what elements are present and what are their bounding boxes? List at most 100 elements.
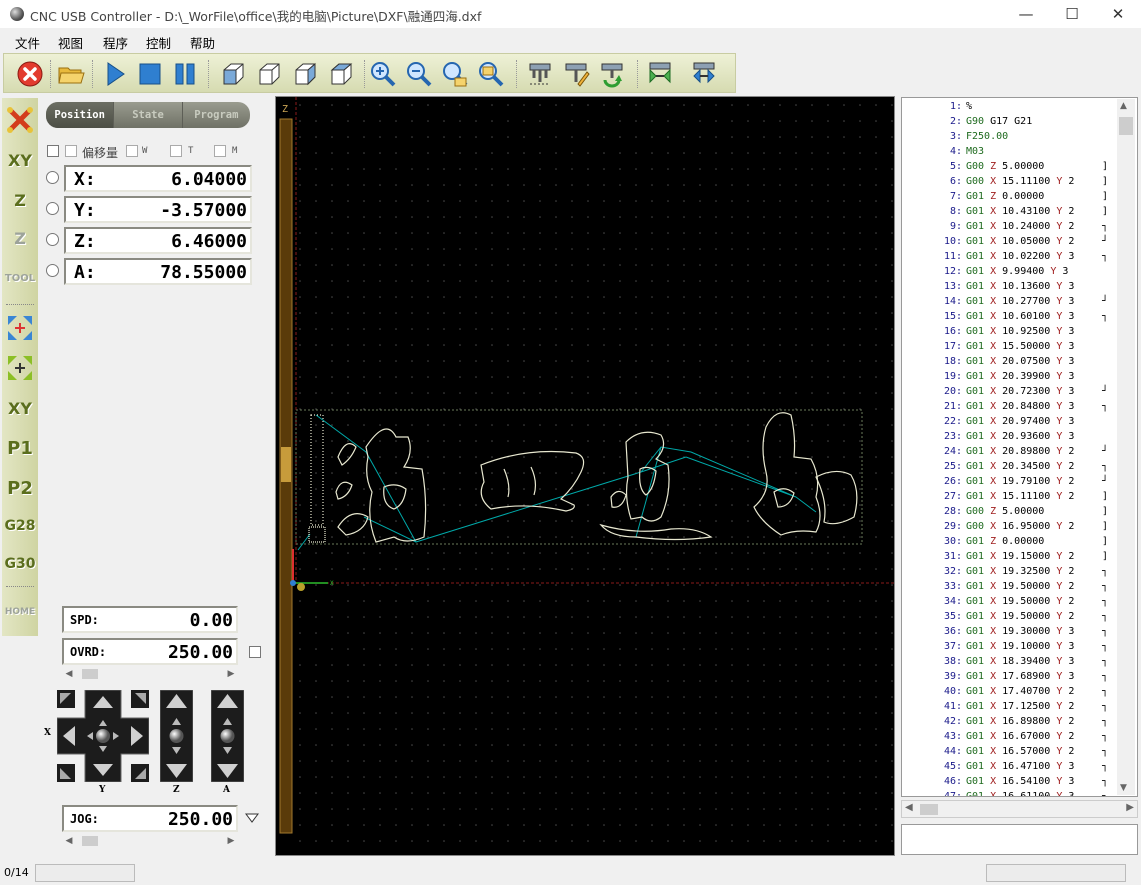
- scroll-right-icon[interactable]: ▶: [1126, 802, 1134, 813]
- gcode-vertical-scrollbar[interactable]: ▲ ▼: [1117, 99, 1135, 795]
- gcode-line[interactable]: 44: G01 X 16.57000 Y 2 ┐: [902, 746, 1122, 761]
- gcode-line[interactable]: 4: M03: [902, 146, 1122, 161]
- override-slider[interactable]: ◀ ▶: [62, 667, 238, 681]
- jog-slider[interactable]: ◀ ▶: [62, 834, 238, 848]
- gcode-line[interactable]: 3: F250.00: [902, 131, 1122, 146]
- menu-program[interactable]: 程序: [103, 33, 128, 52]
- gcode-line[interactable]: 30: G01 Z 0.00000]: [902, 536, 1122, 551]
- menu-help[interactable]: 帮助: [190, 33, 215, 52]
- gcode-line[interactable]: 35: G01 X 19.50000 Y 2 ┐: [902, 611, 1122, 626]
- edit-icon[interactable]: [561, 59, 591, 89]
- zero-xy-button[interactable]: XY: [2, 142, 38, 178]
- gcode-line[interactable]: 39: G01 X 17.68900 Y 3 ┐: [902, 671, 1122, 686]
- play-icon[interactable]: [100, 59, 130, 89]
- axis-x-dro[interactable]: X: 6.04000: [64, 165, 252, 192]
- stop-icon[interactable]: [15, 59, 45, 89]
- zoom-in-icon[interactable]: [368, 59, 398, 89]
- goto-zero-icon[interactable]: [2, 350, 38, 386]
- gcode-line[interactable]: 16: G01 X 10.92500 Y 3: [902, 326, 1122, 341]
- toolpath-canvas[interactable]: Z X: [276, 97, 894, 855]
- jog-slider-thumb[interactable]: [82, 836, 98, 846]
- toolpath-viewport[interactable]: Z X: [275, 96, 895, 856]
- goto-p2-button[interactable]: P2: [2, 470, 38, 506]
- stop-square-icon[interactable]: [135, 59, 165, 89]
- view-front-icon[interactable]: [254, 59, 284, 89]
- goto-g28-button[interactable]: G28: [2, 508, 38, 544]
- gcode-line[interactable]: 15: G01 X 10.60100 Y 3 ┐: [902, 311, 1122, 326]
- gcode-line[interactable]: 37: G01 X 19.10000 Y 3 ┐: [902, 641, 1122, 656]
- maximize-button[interactable]: ☐: [1049, 0, 1095, 28]
- goto-xy-button[interactable]: XY: [2, 390, 38, 426]
- scroll-left-icon[interactable]: ◀: [905, 802, 913, 813]
- gcode-line[interactable]: 1:%: [902, 101, 1122, 116]
- gcode-line[interactable]: 21: G01 X 20.84800 Y 3 ┐: [902, 401, 1122, 416]
- gcode-line[interactable]: 17: G01 X 15.50000 Y 3: [902, 341, 1122, 356]
- gcode-line[interactable]: 41: G01 X 17.12500 Y 2 ┐: [902, 701, 1122, 716]
- gcode-line[interactable]: 36: G01 X 19.30000 Y 3 ┐: [902, 626, 1122, 641]
- scroll-down-icon[interactable]: ▼: [1120, 783, 1127, 793]
- scroll-right-icon[interactable]: ▶: [224, 667, 238, 681]
- gcode-line[interactable]: 14: G01 X 10.27700 Y 3 ┘: [902, 296, 1122, 311]
- gcode-horizontal-scrollbar[interactable]: ◀ ▶: [901, 800, 1138, 818]
- offset-t-checkbox[interactable]: [170, 145, 182, 157]
- zoom-fit-icon[interactable]: [440, 59, 470, 89]
- gcode-line[interactable]: 7: G01 Z 0.00000]: [902, 191, 1122, 206]
- gcode-line[interactable]: 29: G00 X 16.95000 Y 2]: [902, 521, 1122, 536]
- gcode-line[interactable]: 28: G00 Z 5.00000]: [902, 506, 1122, 521]
- scroll-left-icon[interactable]: ◀: [62, 667, 76, 681]
- offset-w-checkbox[interactable]: [126, 145, 138, 157]
- zero-z-button[interactable]: Z: [2, 182, 38, 218]
- axis-y-dro[interactable]: Y: -3.57000: [64, 196, 252, 223]
- gcode-line[interactable]: 25: G01 X 20.34500 Y 2 ┐: [902, 461, 1122, 476]
- gcode-line[interactable]: 23: G01 X 20.93600 Y 3: [902, 431, 1122, 446]
- gcode-line[interactable]: 8: G01 X 10.43100 Y 2]: [902, 206, 1122, 221]
- gcode-line[interactable]: 32: G01 X 19.32500 Y 2 ┐: [902, 566, 1122, 581]
- axis-a-radio[interactable]: [46, 264, 59, 277]
- goto-g30-button[interactable]: G30: [2, 546, 38, 582]
- gcode-editor[interactable]: 1:% 2: G90 G17 G21 3: F250.00 4: M03 5: G00 Z 5.…: [901, 97, 1138, 797]
- gcode-line[interactable]: 33: G01 X 19.50000 Y 2 ┐: [902, 581, 1122, 596]
- axis-z-dro[interactable]: Z: 6.46000: [64, 227, 252, 254]
- zoom-extents-icon[interactable]: [476, 59, 506, 89]
- gcode-line[interactable]: 26: G01 X 19.79100 Y 2 ┘: [902, 476, 1122, 491]
- jog-z-pad[interactable]: [159, 689, 194, 783]
- tab-state[interactable]: State: [114, 102, 183, 128]
- pause-icon[interactable]: [170, 59, 200, 89]
- gcode-line[interactable]: 20: G01 X 20.72300 Y 3 ┘: [902, 386, 1122, 401]
- axis-a-dro[interactable]: A: 78.55000: [64, 258, 252, 285]
- gcode-line[interactable]: 22: G01 X 20.97400 Y 3: [902, 416, 1122, 431]
- mdi-command-input[interactable]: [901, 824, 1138, 855]
- open-folder-icon[interactable]: [56, 59, 86, 89]
- view-top-icon[interactable]: [326, 59, 356, 89]
- tab-program[interactable]: Program: [183, 102, 250, 128]
- gcode-line[interactable]: 34: G01 X 19.50000 Y 2 ┐: [902, 596, 1122, 611]
- gcode-line[interactable]: 27: G01 X 15.11100 Y 2]: [902, 491, 1122, 506]
- toolpath-icon[interactable]: [525, 59, 555, 89]
- scroll-up-icon[interactable]: ▲: [1120, 101, 1127, 111]
- gcode-line[interactable]: 6: G00 X 15.11100 Y 2]: [902, 176, 1122, 191]
- override-checkbox[interactable]: [249, 646, 261, 658]
- gcode-line[interactable]: 11: G01 X 10.02200 Y 3 ┐: [902, 251, 1122, 266]
- scroll-left-icon[interactable]: ◀: [62, 834, 76, 848]
- probe-z-button[interactable]: Z: [2, 220, 38, 256]
- scroll-right-icon[interactable]: ▶: [224, 834, 238, 848]
- axis-z-radio[interactable]: [46, 233, 59, 246]
- menu-control[interactable]: 控制: [146, 33, 171, 52]
- menu-view[interactable]: 视图: [58, 33, 83, 52]
- home-button[interactable]: HOME: [2, 594, 38, 630]
- minimize-button[interactable]: —: [1003, 0, 1049, 28]
- gcode-line[interactable]: 13: G01 X 10.13600 Y 3: [902, 281, 1122, 296]
- gcode-line[interactable]: 38: G01 X 18.39400 Y 3 ┐: [902, 656, 1122, 671]
- offset-checkbox[interactable]: [47, 145, 59, 157]
- axis-x-radio[interactable]: [46, 171, 59, 184]
- offset-enable-checkbox[interactable]: [65, 145, 77, 157]
- gcode-line[interactable]: 19: G01 X 20.39900 Y 3: [902, 371, 1122, 386]
- gcode-line[interactable]: 47: G01 X 16.61100 Y 3 ┐: [902, 791, 1122, 796]
- view-side-icon[interactable]: [290, 59, 320, 89]
- offset-m-checkbox[interactable]: [214, 145, 226, 157]
- view-iso-icon[interactable]: [218, 59, 248, 89]
- override-slider-thumb[interactable]: [82, 669, 98, 679]
- gcode-line[interactable]: 31: G01 X 19.15000 Y 2]: [902, 551, 1122, 566]
- tab-position[interactable]: Position: [46, 102, 115, 128]
- gcode-line[interactable]: 5: G00 Z 5.00000]: [902, 161, 1122, 176]
